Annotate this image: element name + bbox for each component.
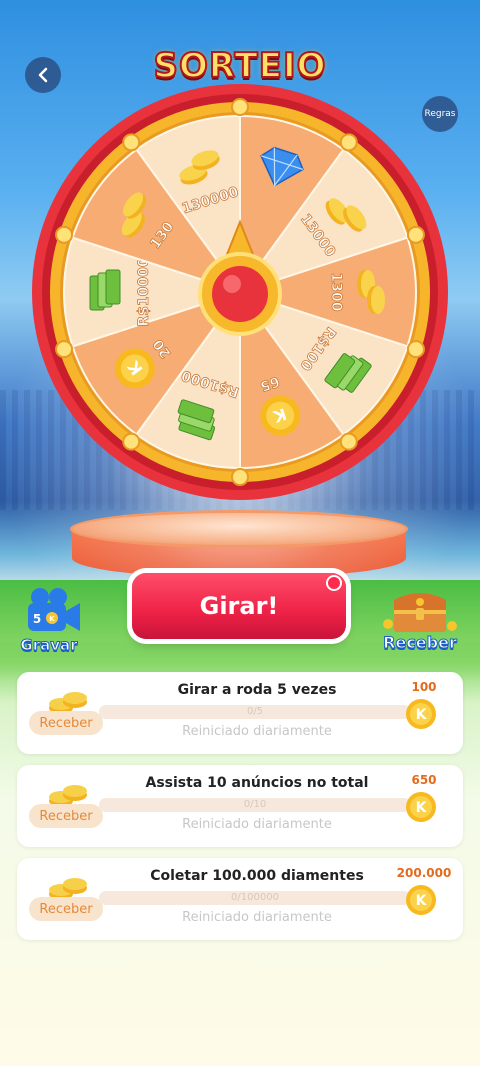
rim-light [406,225,425,244]
wheel-segment-label: R$10000 [136,257,152,326]
reset-note: Reiniciado diariamente [182,724,332,739]
claim-button[interactable]: Receber [29,777,103,833]
prize-wheel: 130000 13000 1300 R$100 K 65 R$1000 K 20 R$10000 1… [30,70,450,510]
svg-text:K: K [416,893,428,909]
rim-light [122,133,141,152]
task-card: Receber Girar a roda 5 vezes 0/5 Reinici… [17,672,463,754]
claim-label: Receber [29,897,103,921]
task-card: Receber Coletar 100.000 diamentes 0/1000… [17,858,463,940]
reward-value: 200.000 [396,866,452,880]
claim-label: Receber [29,711,103,735]
wheel-segment-label: 1300 [328,273,344,312]
rim-light [231,468,249,486]
claim-button[interactable]: Receber [29,870,103,926]
treasure-chest-icon [383,593,457,632]
record-button[interactable]: K 5 Gravar [18,585,88,655]
progress-text: 0/10 [243,799,267,810]
wheel-pedestal [70,510,408,580]
k-coin-icon: K [406,699,436,729]
record-label: Gravar [20,636,78,655]
task-card: Receber Assista 10 anúncios no total 0/1… [17,765,463,847]
spin-button[interactable]: Girar! [132,573,346,639]
k-coin-icon: K [406,885,436,915]
svg-text:K: K [416,707,428,723]
reset-note: Reiniciado diariamente [182,817,332,832]
page-title: SORTEIO [152,45,327,87]
record-count: 5 [33,612,41,626]
svg-text:K: K [416,800,428,816]
rim-light [122,432,141,451]
rim-light [339,133,358,152]
collect-label: Receber [383,633,458,653]
task-title: Assista 10 anúncios no total [145,775,369,791]
progress-text: 0/5 [246,706,264,717]
claim-label: Receber [29,804,103,828]
reward-value: 650 [411,773,437,787]
wheel-graphic: 130000130001300R$100K65R$1000K20R$100001… [32,84,448,500]
task-title: Coletar 100.000 diamentes [150,868,364,884]
claim-button[interactable]: Receber [29,684,103,740]
progress-text: 0/100000 [231,892,279,903]
collect-chest-button[interactable]: Receber [380,590,460,660]
rim-light [55,225,74,244]
k-coin-icon: K [406,792,436,822]
rim-light [231,98,249,116]
reset-note: Reiniciado diariamente [182,910,332,925]
rim-light [406,340,425,359]
rim-light [55,340,74,359]
reward-value: 100 [411,680,437,694]
task-title: Girar a roda 5 vezes [177,682,337,698]
rim-light [339,432,358,451]
notification-dot [326,575,342,591]
cash-icon [105,269,121,305]
svg-text:K: K [49,615,55,623]
camera-icon: K 5 [28,588,80,631]
